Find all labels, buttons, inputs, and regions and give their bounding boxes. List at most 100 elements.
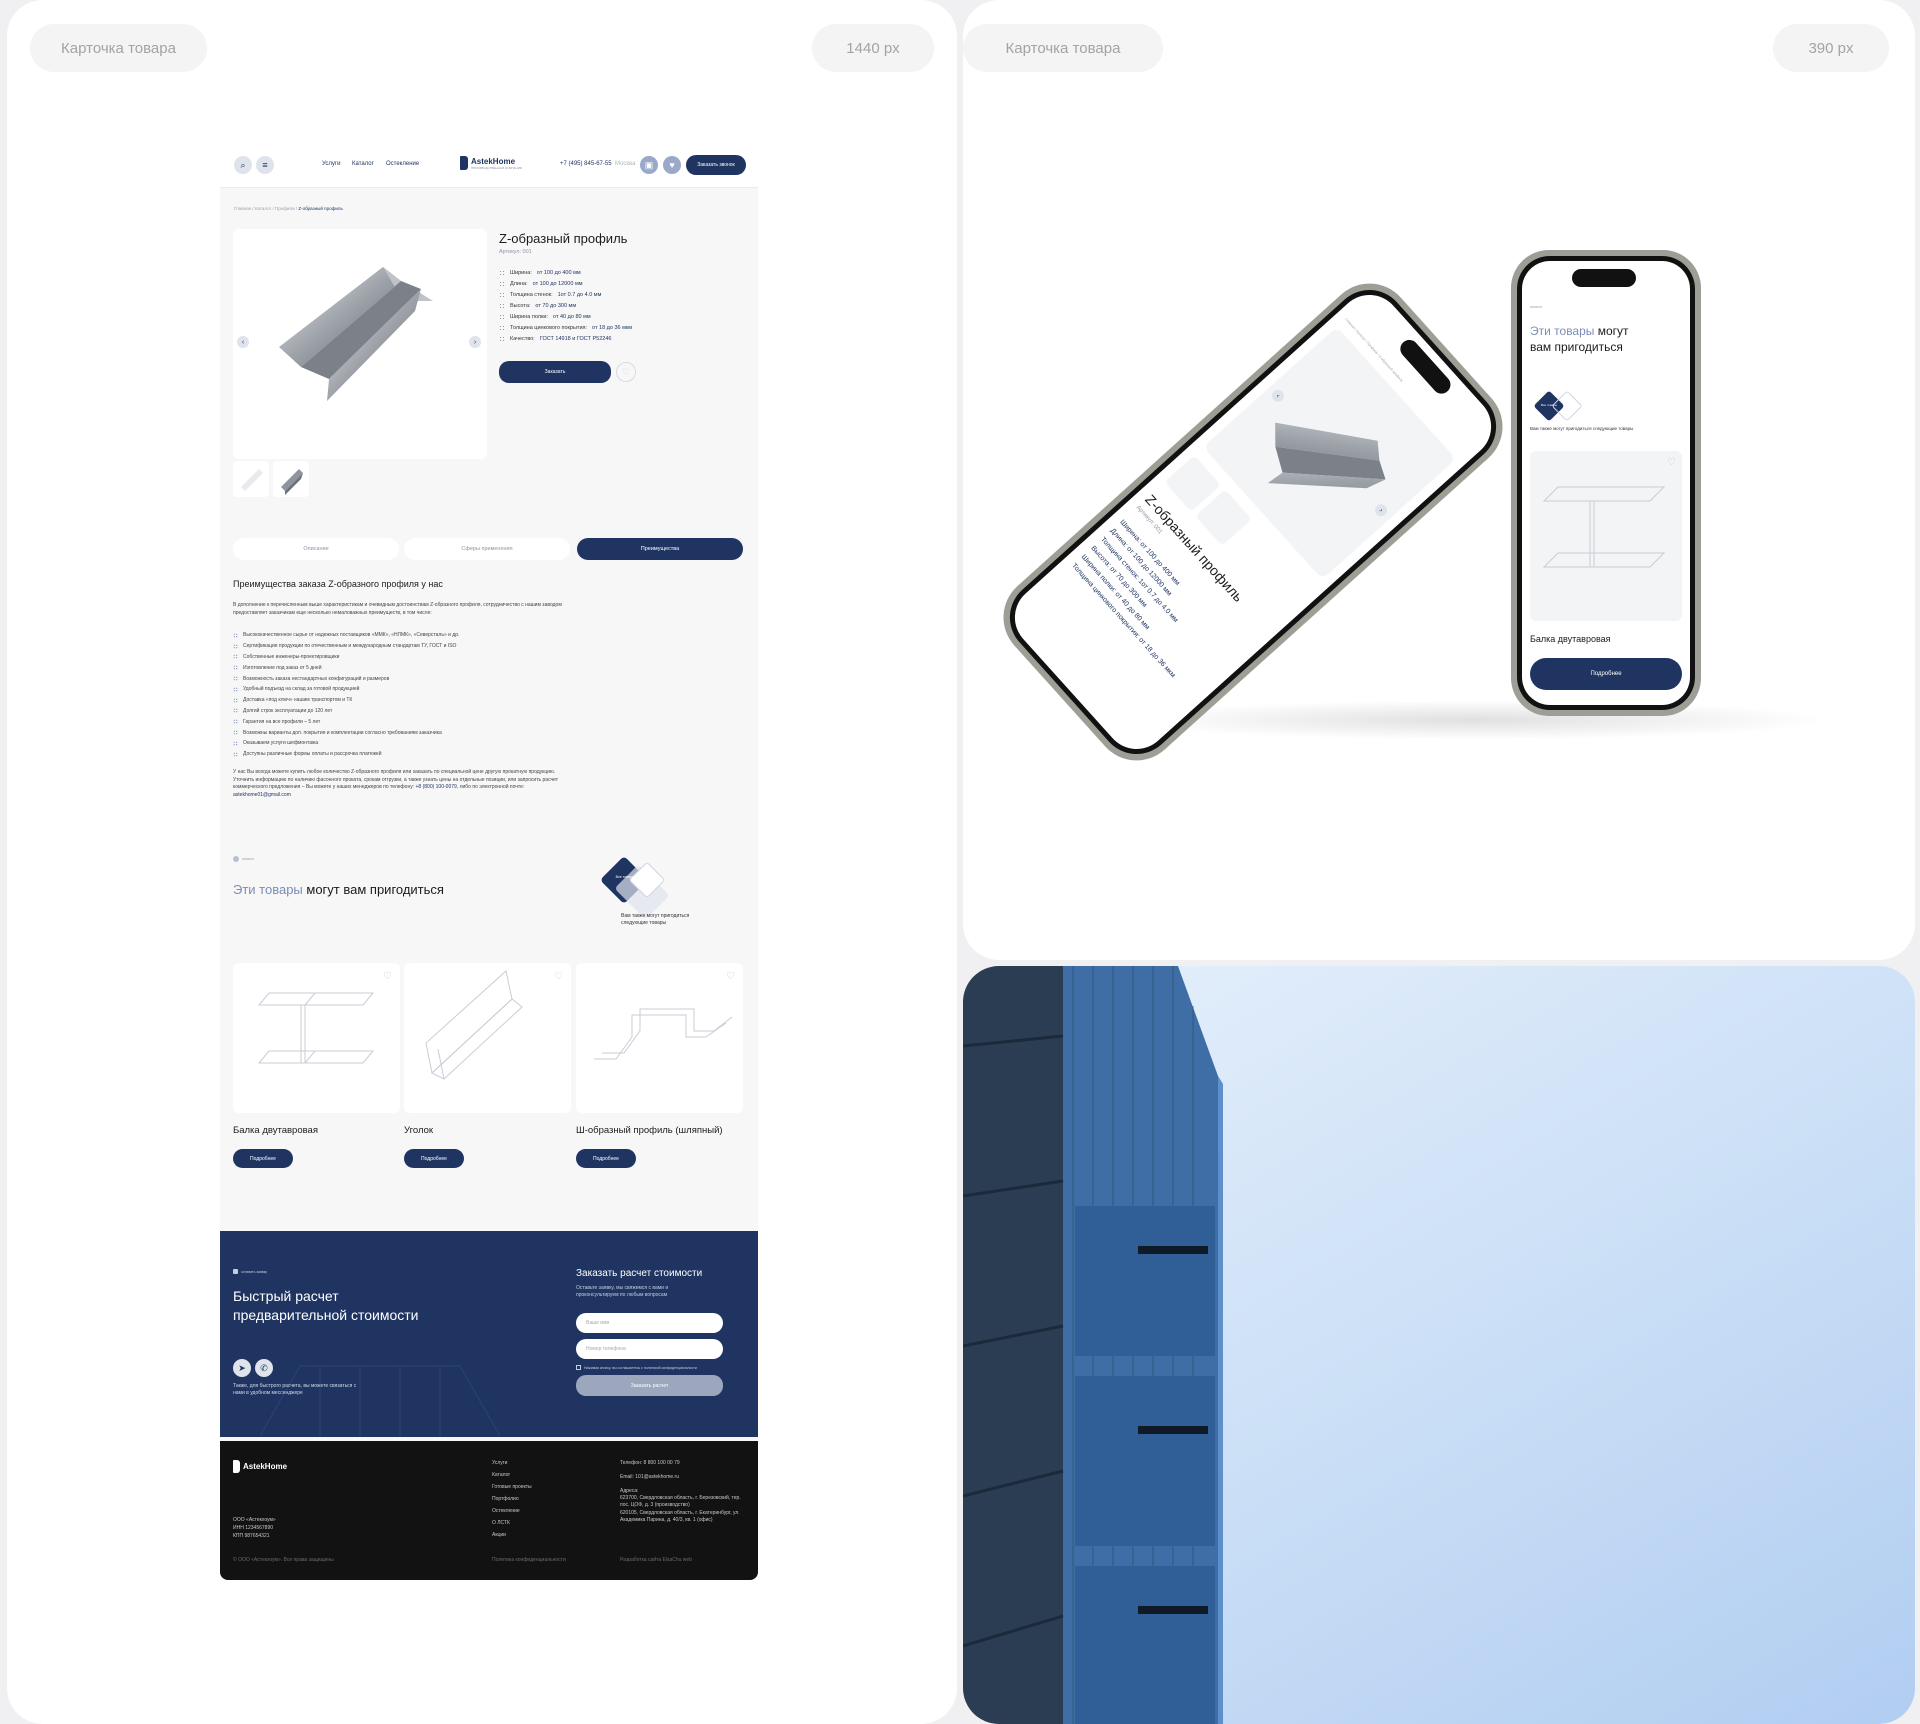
header-phone[interactable]: +7 (495) 845-67-55: [560, 161, 612, 167]
details-button[interactable]: Подробнее: [404, 1149, 464, 1168]
consent-checkbox[interactable]: Нажимая кнопку, вы соглашаетесь с полити…: [576, 1365, 697, 1370]
tab-applications[interactable]: Сферы применения: [404, 538, 570, 560]
phone-screen: Главная / Каталог / Профили / Z-образный…: [1001, 281, 1505, 763]
bullet-icon: [233, 697, 238, 703]
footer-link[interactable]: Услуги: [492, 1460, 507, 1466]
bullet-icon: [233, 654, 238, 660]
details-button[interactable]: Подробнее: [233, 1149, 293, 1168]
product-card-name[interactable]: Балка двутавровая: [233, 1125, 318, 1136]
spec-value: от 18 до 36 мкм: [592, 324, 633, 331]
list-item: Изготовление под заказ от 5 дней: [233, 662, 459, 673]
badge-label[interactable]: Все товары: [1534, 403, 1564, 407]
nav-services[interactable]: Услуги: [322, 161, 340, 167]
gallery-thumb[interactable]: [233, 461, 269, 497]
tab-description[interactable]: Описание: [233, 538, 399, 560]
details-button[interactable]: Подробнее: [1530, 658, 1682, 690]
submit-quote-button[interactable]: Заказать расчет: [576, 1375, 723, 1396]
nav-glazing[interactable]: Остекление: [386, 161, 419, 167]
nav-catalog[interactable]: Каталог: [352, 161, 374, 167]
product-card[interactable]: ♡: [576, 963, 743, 1113]
spec-row: Толщина стенок: 1от 0.7 до 4.0 мм: [499, 289, 632, 300]
list-item: Доставка «под ключ» нашим транспортом и …: [233, 695, 459, 706]
favorite-heart-icon[interactable]: ♡: [554, 971, 563, 982]
favorites-icon[interactable]: ♥: [663, 156, 681, 174]
spec-label: Толщина стенок:: [510, 291, 553, 298]
product-title: Z-образный профиль: [499, 231, 628, 246]
name-field[interactable]: Ваше имя: [576, 1313, 723, 1333]
gallery-prev-icon[interactable]: ‹: [237, 336, 249, 348]
gallery-thumb[interactable]: [273, 461, 309, 497]
footer-link[interactable]: Готовые проекты: [492, 1484, 532, 1490]
contact-phone-link[interactable]: +8 (800) 100-0079: [416, 784, 457, 790]
list-item: Собственные инженеры-проектировщики: [233, 652, 459, 663]
city-selector[interactable]: Москва: [615, 161, 635, 167]
product-card-name[interactable]: Ш-образный профиль (шляпный): [576, 1125, 723, 1136]
spec-value: ГОСТ 14918 и ГОСТ Р52246: [539, 335, 612, 342]
product-article: Артикул: 001: [499, 249, 532, 255]
developer-credit[interactable]: Разработка сайта ElsaChu web: [620, 1557, 692, 1563]
spec-row: Ширина: от 100 до 400 мм: [499, 267, 632, 278]
order-button[interactable]: Заказать: [499, 361, 611, 383]
phone-field[interactable]: Номер телефона: [576, 1339, 723, 1359]
footer-phone[interactable]: Телефон: 8 800 100 00 79: [620, 1460, 680, 1466]
footer-link[interactable]: О ЛСТК: [492, 1520, 510, 1526]
house-outline-decor: [260, 1365, 501, 1436]
favorite-heart-icon[interactable]: ♡: [383, 971, 392, 982]
brand-tagline: ПРОИЗВОДСТВЕННАЯ КОМПАНИЯ: [471, 165, 523, 170]
benefit-text: Оказываем услуги шефмонтажа: [243, 740, 319, 747]
checkbox-icon[interactable]: [576, 1365, 581, 1370]
product-card-name[interactable]: Балка двутавровая: [1530, 634, 1611, 644]
whatsapp-icon[interactable]: ✆: [255, 1359, 273, 1377]
footer-logo[interactable]: AstekHome: [233, 1460, 287, 1473]
building-photo-panel: [963, 966, 1915, 1724]
favorite-heart-icon[interactable]: ♡: [616, 362, 636, 382]
spec-value: от 40 до 80 мм: [553, 313, 591, 320]
product-card[interactable]: ♡: [1530, 451, 1682, 621]
related-note: Вам также могут пригодиться следующие то…: [1530, 426, 1634, 431]
menu-icon[interactable]: ≡: [256, 156, 274, 174]
bullet-icon: [499, 313, 505, 320]
cart-icon[interactable]: ▣: [640, 156, 658, 174]
telegram-icon[interactable]: ➤: [233, 1359, 251, 1377]
footer-link[interactable]: Каталог: [492, 1472, 510, 1478]
breadcrumb-path[interactable]: Главная / Каталог / Профили /: [234, 206, 298, 211]
benefit-text: Сертификация продукции по отечественным …: [243, 643, 457, 650]
footer-link[interactable]: Остекление: [492, 1508, 520, 1514]
benefit-text: Доставка «под ключ» нашим транспортом и …: [243, 697, 353, 704]
gallery-next-icon[interactable]: ›: [469, 336, 481, 348]
product-card[interactable]: ♡: [233, 963, 400, 1113]
product-card-name[interactable]: Уголок: [404, 1125, 433, 1136]
breadcrumb-current: Z-образный профиль: [298, 206, 343, 211]
contact-email-link[interactable]: astekhome01@gmail.com: [233, 792, 291, 798]
consent-text: Нажимая кнопку, вы соглашаетесь с полити…: [584, 1365, 697, 1370]
call-request-button[interactable]: Заказать звонок: [686, 155, 746, 175]
footer-link[interactable]: Портфолио: [492, 1496, 519, 1502]
site-footer: AstekHome ООО «Астекхоум» ИНН 1234567890…: [220, 1441, 758, 1580]
breadcrumb[interactable]: Главная / Каталог / Профили / Z-образный…: [234, 206, 343, 211]
details-button[interactable]: Подробнее: [576, 1149, 636, 1168]
bullet-icon: [233, 676, 238, 682]
benefit-text: Доступны различные формы оплаты и рассро…: [243, 751, 382, 758]
form-title: Заказать расчет стоимости: [576, 1268, 703, 1279]
footer-link[interactable]: Акции: [492, 1532, 506, 1538]
favorite-heart-icon[interactable]: ♡: [1667, 457, 1676, 468]
footer-email[interactable]: Email: 101@astekhome.ru: [620, 1474, 679, 1480]
cta-title-line: предварительной стоимости: [233, 1307, 419, 1323]
badge-label[interactable]: Все товары: [611, 875, 639, 879]
spec-label: Качество:: [510, 335, 535, 342]
spec-value: от 100 до 12000 мм: [532, 280, 583, 287]
brand-logo[interactable]: AstekHome ПРОИЗВОДСТВЕННАЯ КОМПАНИЯ: [460, 156, 522, 170]
list-item: Возможны варианты доп. покрытия и компле…: [233, 727, 459, 738]
privacy-policy-link[interactable]: Политика конфиденциальности: [492, 1557, 566, 1563]
search-icon[interactable]: ⌕: [234, 156, 252, 174]
bullet-icon: [233, 632, 238, 638]
favorite-heart-icon[interactable]: ♡: [726, 971, 735, 982]
bullet-icon: [499, 280, 505, 287]
list-item: Высококачественное сырье от надежных пос…: [233, 630, 459, 641]
product-card[interactable]: ♡: [404, 963, 571, 1113]
tag-square-icon: [233, 1269, 238, 1274]
footer-address: 623700, Свердловская область, г. Березов…: [620, 1495, 741, 1508]
tab-advantages[interactable]: Преимущества: [577, 538, 743, 560]
spec-row: Толщина цинкового покрытия: от 18 до 36 м…: [499, 322, 632, 333]
z-profile-image: [279, 267, 433, 401]
